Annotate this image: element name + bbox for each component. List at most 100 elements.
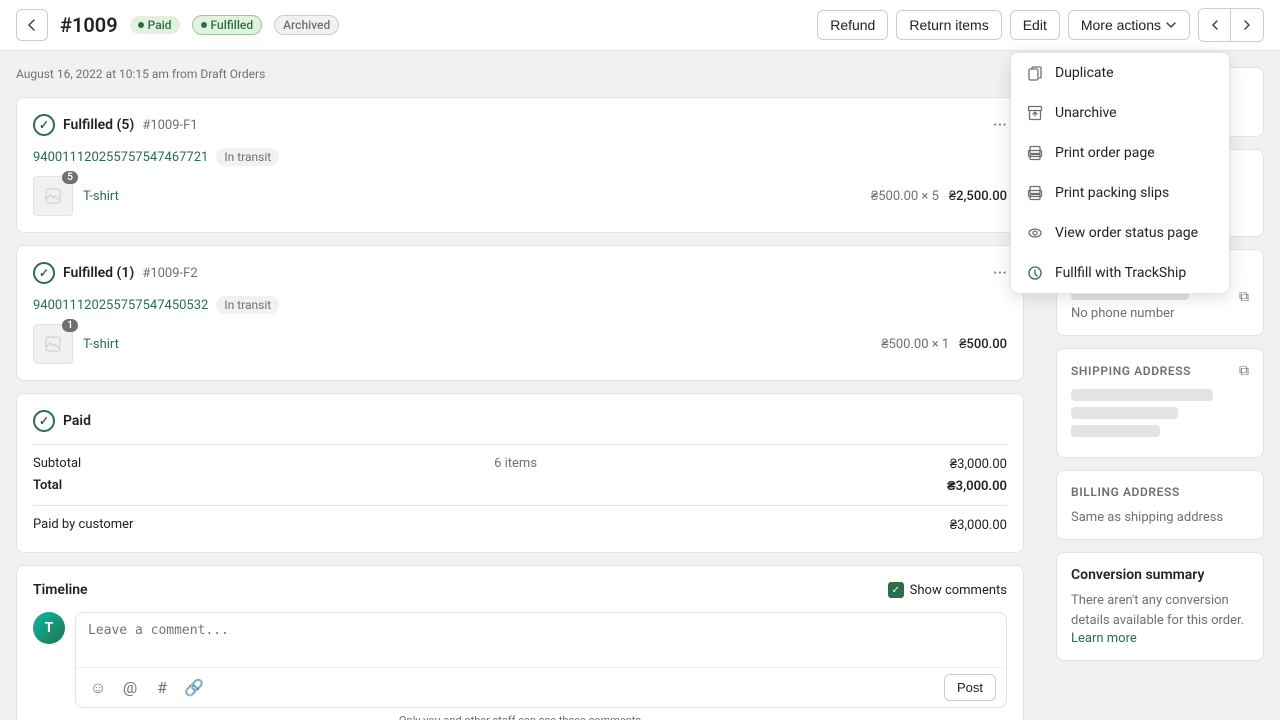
fulfilled-icon-2: ✓	[33, 262, 55, 284]
print-packing-icon	[1025, 183, 1045, 203]
only-you-text: Only you and other staff can see these c…	[33, 714, 1007, 720]
tracking-row-1: 940011120255757547467721 In transit	[33, 148, 1007, 166]
dropdown-item-trackship[interactable]: Fullfill with TrackShip	[1011, 253, 1229, 293]
item-qty-1: 5	[62, 171, 78, 184]
transit-badge-1: In transit	[216, 148, 279, 166]
total-row: Total ₴3,000.00	[33, 475, 1007, 497]
item-row-1: 5 T-shirt ₴500.00 × 5 ₴2,500.00	[33, 176, 1007, 216]
post-button[interactable]: Post	[944, 674, 996, 701]
order-number: #1009	[60, 13, 118, 37]
order-subtitle: August 16, 2022 at 10:15 am from Draft O…	[16, 67, 1024, 85]
checkbox-check-icon: ✓	[891, 585, 899, 596]
payment-card: ✓ Paid Subtotal 6 items ₴3,000.00 Total …	[16, 393, 1024, 553]
comment-input[interactable]	[76, 613, 1006, 663]
subtotal-amount: ₴3,000.00	[950, 456, 1007, 472]
mention-icon[interactable]: @	[118, 676, 142, 700]
tracking-link-1[interactable]: 940011120255757547467721	[33, 150, 208, 165]
fulfilled-card-1-header: ✓ Fulfilled (5) #1009-F1 ···	[33, 114, 1007, 136]
fulfilled-card-2: ✓ Fulfilled (1) #1009-F2 ··· 94001112025…	[16, 245, 1024, 381]
shipping-line-3	[1071, 425, 1160, 437]
fulfilled-title-2: Fulfilled (1)	[63, 265, 134, 281]
item-total-2: ₴500.00	[959, 336, 1007, 352]
duplicate-label: Duplicate	[1055, 65, 1114, 81]
comment-toolbar: ☺ @ # 🔗 Post	[76, 667, 1006, 707]
dropdown-item-duplicate[interactable]: Duplicate	[1011, 53, 1229, 93]
total-label: Total	[33, 478, 62, 494]
badge-archived: Archived	[274, 15, 339, 35]
conversion-text: There aren't any conversion details avai…	[1071, 591, 1249, 630]
shipping-line-2	[1071, 407, 1178, 419]
no-phone-text: No phone number	[1071, 306, 1249, 321]
fulfilled-ref-2: #1009-F2	[142, 266, 197, 281]
more-actions-button[interactable]: More actions	[1068, 10, 1190, 40]
image-placeholder-icon-1	[44, 187, 62, 205]
fulfilled-card-2-menu[interactable]: ···	[993, 263, 1007, 284]
conversion-title: Conversion summary	[1071, 567, 1249, 583]
show-comments-checkbox[interactable]: ✓	[888, 582, 904, 598]
shipping-address-block	[1071, 389, 1249, 437]
edit-button[interactable]: Edit	[1010, 10, 1060, 40]
subtotal-row: Subtotal 6 items ₴3,000.00	[33, 453, 1007, 475]
nav-next-button[interactable]	[1231, 9, 1263, 41]
billing-card: BILLING ADDRESS Same as shipping address	[1056, 470, 1264, 540]
hashtag-icon[interactable]: #	[150, 676, 174, 700]
paid-title-row: ✓ Paid	[33, 410, 91, 432]
paid-by-label: Paid by customer	[33, 517, 133, 533]
emoji-icon[interactable]: ☺	[86, 676, 110, 700]
item-qty-2: 1	[62, 319, 78, 332]
learn-more-link[interactable]: Learn more	[1071, 631, 1137, 646]
fulfilled-title-1: Fulfilled (5)	[63, 117, 134, 133]
return-items-button[interactable]: Return items	[896, 10, 1001, 40]
item-price-formula-1: ₴500.00 × 5	[871, 188, 939, 204]
copy-contact-icon[interactable]: ⧉	[1239, 289, 1249, 305]
duplicate-icon	[1025, 63, 1045, 83]
item-name-1[interactable]: T-shirt	[83, 189, 861, 204]
link-icon[interactable]: 🔗	[182, 676, 206, 700]
tracking-link-2[interactable]: 940011120255757547450532	[33, 298, 208, 313]
unarchive-icon	[1025, 103, 1045, 123]
copy-shipping-icon[interactable]: ⧉	[1239, 363, 1249, 379]
print-order-icon	[1025, 143, 1045, 163]
item-thumbnail-1: 5	[33, 176, 73, 216]
shipping-card: SHIPPING ADDRESS ⧉	[1056, 348, 1264, 458]
dropdown-item-unarchive[interactable]: Unarchive	[1011, 93, 1229, 133]
item-price-formula-2: ₴500.00 × 1	[881, 336, 949, 352]
dropdown-item-view-status[interactable]: View order status page	[1011, 213, 1229, 253]
fulfilled-card-1-menu[interactable]: ···	[993, 115, 1007, 136]
fulfilled-title-row-1: ✓ Fulfilled (5) #1009-F1	[33, 114, 198, 136]
item-name-2[interactable]: T-shirt	[83, 337, 871, 352]
avatar: T	[33, 612, 65, 644]
timeline-section: Timeline ✓ Show comments T ☺ @	[16, 565, 1024, 720]
chevron-right-icon	[1241, 19, 1253, 31]
timeline-header: Timeline ✓ Show comments	[33, 582, 1007, 598]
refund-button[interactable]: Refund	[817, 10, 888, 40]
nav-prev-button[interactable]	[1199, 9, 1231, 41]
paid-by-amount: ₴3,000.00	[950, 517, 1007, 533]
view-status-label: View order status page	[1055, 225, 1198, 241]
fulfilled-card-2-header: ✓ Fulfilled (1) #1009-F2 ···	[33, 262, 1007, 284]
paid-icon: ✓	[33, 410, 55, 432]
badge-fulfilled: Fulfilled	[192, 15, 263, 35]
page: #1009 Paid Fulfilled Archived Refund Ret…	[0, 0, 1280, 720]
more-actions-label: More actions	[1081, 17, 1161, 33]
billing-same-text: Same as shipping address	[1071, 510, 1223, 525]
dropdown-item-print-packing[interactable]: Print packing slips	[1011, 173, 1229, 213]
shipping-title: SHIPPING ADDRESS	[1071, 364, 1191, 378]
fulfilled-ref-1: #1009-F1	[142, 118, 197, 133]
tracking-row-2: 940011120255757547450532 In transit	[33, 296, 1007, 314]
main-column: August 16, 2022 at 10:15 am from Draft O…	[0, 51, 1040, 720]
subtotal-items: 6 items	[494, 456, 537, 472]
back-button[interactable]	[16, 9, 48, 41]
timeline-title: Timeline	[33, 582, 88, 598]
dropdown-item-print-order[interactable]: Print order page	[1011, 133, 1229, 173]
show-comments-row: ✓ Show comments	[888, 582, 1007, 598]
chevron-left-icon	[1209, 19, 1221, 31]
unarchive-label: Unarchive	[1055, 105, 1117, 121]
header: #1009 Paid Fulfilled Archived Refund Ret…	[0, 0, 1280, 51]
paid-title: Paid	[63, 413, 91, 429]
item-row-2: 1 T-shirt ₴500.00 × 1 ₴500.00	[33, 324, 1007, 364]
item-thumbnail-2: 1	[33, 324, 73, 364]
item-total-1: ₴2,500.00	[949, 188, 1007, 204]
badge-paid: Paid	[130, 16, 180, 34]
image-placeholder-icon-2	[44, 335, 62, 353]
